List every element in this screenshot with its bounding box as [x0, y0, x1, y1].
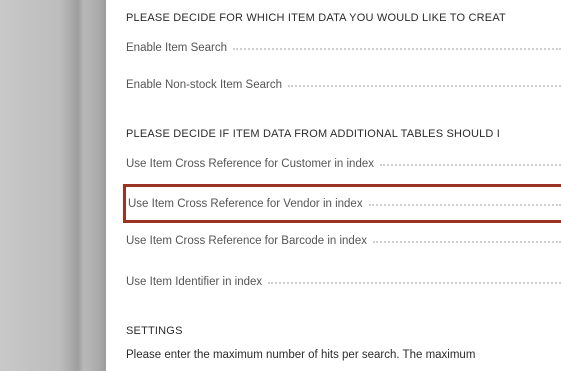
setup-panel: PLEASE DECIDE FOR WHICH ITEM DATA YOU WO… [106, 0, 561, 371]
field-label: Enable Item Search [126, 42, 228, 54]
dotted-leader [287, 85, 561, 87]
settings-help-text: Please enter the maximum number of hits … [126, 349, 476, 361]
dotted-leader [379, 164, 561, 166]
dotted-leader [268, 282, 561, 284]
field-cross-reference-vendor[interactable]: Use Item Cross Reference for Vendor in i… [123, 184, 561, 223]
section-header-settings: SETTINGS [126, 325, 183, 337]
background-page [0, 0, 106, 371]
dotted-leader [372, 241, 561, 243]
field-label: Use Item Cross Reference for Vendor in i… [128, 197, 363, 210]
section-header-additional-tables: PLEASE DECIDE IF ITEM DATA FROM ADDITION… [126, 128, 501, 140]
field-label: Use Item Cross Reference for Barcode in … [126, 235, 367, 247]
field-enable-item-search[interactable]: Enable Item Search [126, 39, 561, 57]
field-label: Use Item Identifier in index [126, 276, 263, 288]
field-item-identifier[interactable]: Use Item Identifier in index [126, 273, 561, 291]
dotted-leader [233, 48, 561, 50]
section-header-item-search: PLEASE DECIDE FOR WHICH ITEM DATA YOU WO… [126, 12, 506, 24]
field-label: Use Item Cross Reference for Customer in… [126, 158, 374, 170]
app-window: PLEASE DECIDE FOR WHICH ITEM DATA YOU WO… [0, 0, 561, 371]
field-enable-nonstock-item-search[interactable]: Enable Non-stock Item Search [126, 76, 561, 94]
field-label: Enable Non-stock Item Search [126, 79, 282, 91]
field-cross-reference-barcode[interactable]: Use Item Cross Reference for Barcode in … [126, 232, 561, 250]
field-cross-reference-customer[interactable]: Use Item Cross Reference for Customer in… [126, 155, 561, 173]
dotted-leader [368, 203, 561, 206]
